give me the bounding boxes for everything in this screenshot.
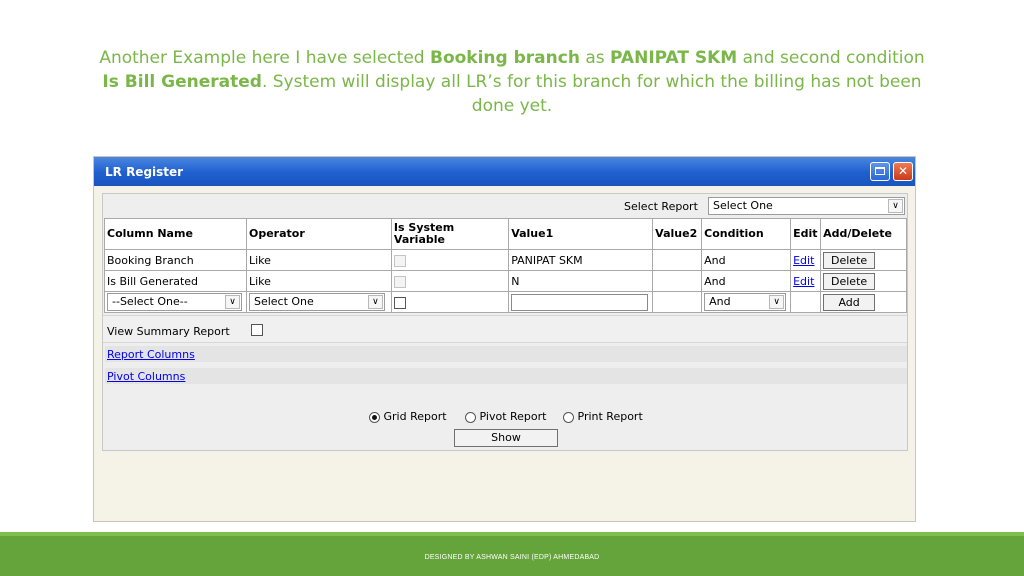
chevron-down-icon: ∨ <box>769 295 785 309</box>
column-name-select-value: --Select One-- <box>112 295 188 308</box>
cell-edit: Edit <box>790 249 822 271</box>
header-edit: Edit <box>790 218 822 250</box>
caption-text: as <box>579 48 611 68</box>
window-titlebar[interactable]: LR Register ✕ <box>94 157 915 186</box>
view-summary-checkbox[interactable] <box>251 324 263 336</box>
grid-report-radio[interactable] <box>369 411 380 423</box>
show-button[interactable]: Show <box>454 429 558 447</box>
summary-row: View Summary Report <box>103 315 907 343</box>
cell-condition: And <box>701 249 792 271</box>
cell-action: Delete <box>820 270 907 292</box>
restore-button[interactable] <box>870 162 890 181</box>
slide-footer: DESIGNED BY ASHWAN SAINI (EDP) AHMEDABAD <box>0 532 1024 576</box>
print-report-label: Print Report <box>577 410 643 423</box>
add-button[interactable]: Add <box>823 293 876 311</box>
header-value2: Value2 <box>652 218 703 250</box>
cell-edit <box>790 291 822 313</box>
cell-system-variable <box>390 291 510 313</box>
caption-bold-condition: Is Bill Generated <box>102 72 262 92</box>
select-report-row: Select Report Select One ∨ <box>103 194 907 218</box>
system-variable-checkbox[interactable] <box>393 296 406 309</box>
close-button[interactable]: ✕ <box>893 162 913 181</box>
condition-select-value: And <box>709 295 731 308</box>
restore-icon <box>875 167 885 175</box>
grid-report-option[interactable]: Grid Report <box>369 410 447 423</box>
caption-text: Another Example here I have selected <box>99 48 430 68</box>
window-title: LR Register <box>105 165 184 179</box>
cell-operator: Like <box>245 249 392 271</box>
table-row: Booking Branch Like PANIPAT SKM And Edit… <box>104 249 907 271</box>
pivot-columns-link[interactable]: Pivot Columns <box>107 370 185 383</box>
select-report-value: Select One <box>713 199 773 212</box>
cell-action: Delete <box>820 249 907 271</box>
chevron-down-icon: ∨ <box>367 295 383 309</box>
pivot-columns-row: Pivot Columns <box>105 368 907 384</box>
header-add-delete: Add/Delete <box>820 218 907 250</box>
cell-value2 <box>652 249 703 271</box>
cell-value1: N <box>508 270 654 292</box>
view-summary-label: View Summary Report <box>107 325 230 338</box>
delete-button[interactable]: Delete <box>823 272 876 290</box>
pivot-report-label: Pivot Report <box>479 410 547 423</box>
cell-column-name: Booking Branch <box>104 249 247 271</box>
value1-input[interactable] <box>511 293 649 311</box>
cell-condition: And <box>701 270 792 292</box>
select-report-dropdown[interactable]: Select One ∨ <box>708 197 905 215</box>
chevron-down-icon: ∨ <box>225 295 240 309</box>
caption-bold-booking-branch: Booking branch <box>429 48 580 68</box>
cell-value1-input <box>508 291 654 313</box>
header-condition: Condition <box>701 218 792 250</box>
report-type-group: Grid Report Pivot Report Print Report <box>103 407 907 425</box>
operator-select[interactable]: Select One ∨ <box>248 293 385 311</box>
print-report-radio[interactable] <box>563 411 574 423</box>
cell-value2 <box>652 270 703 292</box>
cell-action: Add <box>820 291 907 313</box>
table-header-row: Column Name Operator Is System Variable … <box>104 218 907 250</box>
print-report-option[interactable]: Print Report <box>563 410 643 423</box>
header-is-system-variable: Is System Variable <box>390 218 510 250</box>
footer-credit: DESIGNED BY ASHWAN SAINI (EDP) AHMEDABAD <box>424 554 600 561</box>
system-variable-checkbox <box>393 275 406 288</box>
condition-select[interactable]: And ∨ <box>704 293 787 311</box>
header-column-name: Column Name <box>104 218 247 250</box>
edit-link[interactable]: Edit <box>793 254 814 267</box>
pivot-report-radio[interactable] <box>465 411 476 423</box>
caption-bold-branch-value: PANIPAT SKM <box>610 48 738 68</box>
cell-value2-input <box>652 291 703 313</box>
system-variable-checkbox <box>393 254 406 267</box>
close-icon: ✕ <box>897 164 909 178</box>
slide-caption: Another Example here I have selected Boo… <box>90 46 934 118</box>
header-value1: Value1 <box>508 218 654 250</box>
table-row: Is Bill Generated Like N And Edit Delete <box>104 270 907 292</box>
cell-operator: Like <box>245 270 392 292</box>
column-name-select[interactable]: --Select One-- ∨ <box>107 293 242 311</box>
new-condition-row: --Select One-- ∨ Select One ∨ And ∨ Add <box>104 291 907 313</box>
cell-operator-select: Select One ∨ <box>245 291 392 313</box>
select-report-label: Select Report <box>624 200 698 213</box>
cell-edit: Edit <box>790 270 822 292</box>
delete-button[interactable]: Delete <box>823 251 876 269</box>
operator-select-value: Select One <box>253 295 314 308</box>
cell-system-variable <box>390 270 510 292</box>
grid-report-label: Grid Report <box>383 410 447 423</box>
cell-condition-select: And ∨ <box>701 291 792 313</box>
caption-text: . System will display all LR’s for this … <box>261 72 922 116</box>
cell-system-variable <box>390 249 510 271</box>
conditions-table: Column Name Operator Is System Variable … <box>104 218 907 313</box>
pivot-report-option[interactable]: Pivot Report <box>465 410 546 423</box>
cell-column-name: Is Bill Generated <box>104 270 247 292</box>
chevron-down-icon: ∨ <box>888 199 903 213</box>
cell-column-select: --Select One-- ∨ <box>104 291 247 313</box>
report-columns-row: Report Columns <box>105 346 907 362</box>
edit-link[interactable]: Edit <box>793 275 814 288</box>
caption-text: and second condition <box>737 48 925 68</box>
header-operator: Operator <box>245 218 392 250</box>
report-columns-link[interactable]: Report Columns <box>107 348 195 361</box>
cell-value1: PANIPAT SKM <box>508 249 654 271</box>
lr-register-window: LR Register ✕ Select Report Select One ∨… <box>93 156 916 522</box>
filter-panel: Select Report Select One ∨ Column Name O… <box>102 193 908 451</box>
